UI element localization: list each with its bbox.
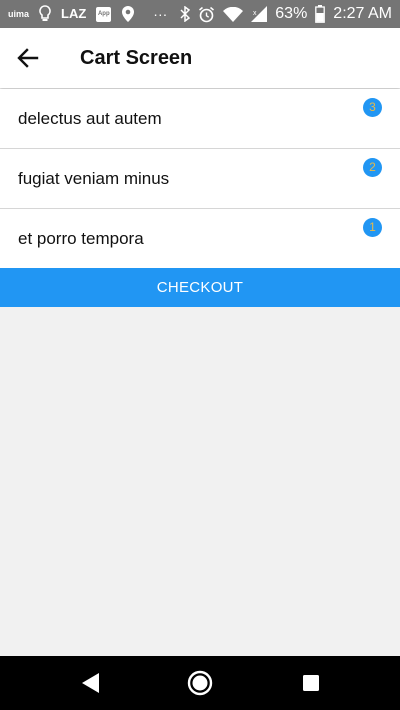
- cart-item-name: delectus aut autem: [18, 109, 162, 128]
- system-nav-bar: [0, 656, 400, 710]
- more-dots-icon: ···: [153, 6, 168, 22]
- signal-icon: x: [251, 6, 268, 22]
- bulb-icon: [39, 5, 51, 23]
- quantity-badge: 1: [363, 218, 382, 237]
- nav-recents-icon: [303, 675, 319, 691]
- checkout-button[interactable]: CHECKOUT: [0, 268, 400, 307]
- nav-back-button[interactable]: [60, 656, 120, 710]
- app-notification-icon: App: [96, 6, 112, 22]
- cart-item[interactable]: fugiat veniam minus 2: [0, 149, 400, 209]
- uima-app-label: uima: [8, 9, 30, 19]
- svg-text:x: x: [253, 10, 257, 17]
- nav-home-icon: [187, 670, 213, 696]
- nav-back-icon: [82, 673, 99, 693]
- arrow-left-icon: [17, 48, 39, 68]
- quantity-badge: 3: [363, 98, 382, 117]
- cart-item-name: et porro tempora: [18, 229, 144, 248]
- nav-recents-button[interactable]: [281, 656, 341, 710]
- alarm-icon: [198, 6, 215, 23]
- quantity-badge: 2: [363, 158, 382, 177]
- wifi-icon: [223, 6, 244, 22]
- cart-item[interactable]: et porro tempora 1: [0, 209, 400, 269]
- cart-item-name: fugiat veniam minus: [18, 169, 170, 188]
- battery-icon: [315, 5, 326, 23]
- cart-item[interactable]: delectus aut autem 3: [0, 89, 400, 149]
- location-icon: [121, 5, 135, 23]
- app-notification-label: App: [97, 11, 110, 17]
- laz-icon: LAZ: [61, 6, 87, 21]
- status-left-group: uima LAZ App ···: [8, 0, 167, 28]
- cart-list: delectus aut autem 3 fugiat veniam minus…: [0, 89, 400, 269]
- bluetooth-icon: [180, 6, 191, 22]
- battery-percent: 63%: [275, 5, 308, 22]
- clock-time: 2:27 AM: [333, 5, 392, 22]
- back-button[interactable]: [14, 44, 42, 72]
- page-title: Cart Screen: [80, 47, 193, 69]
- status-bar: uima LAZ App ··· x 63% 2:27 AM: [0, 0, 400, 28]
- nav-home-button[interactable]: [170, 656, 230, 710]
- status-right-group: x 63% 2:27 AM: [180, 0, 392, 28]
- app-bar: Cart Screen: [0, 28, 400, 88]
